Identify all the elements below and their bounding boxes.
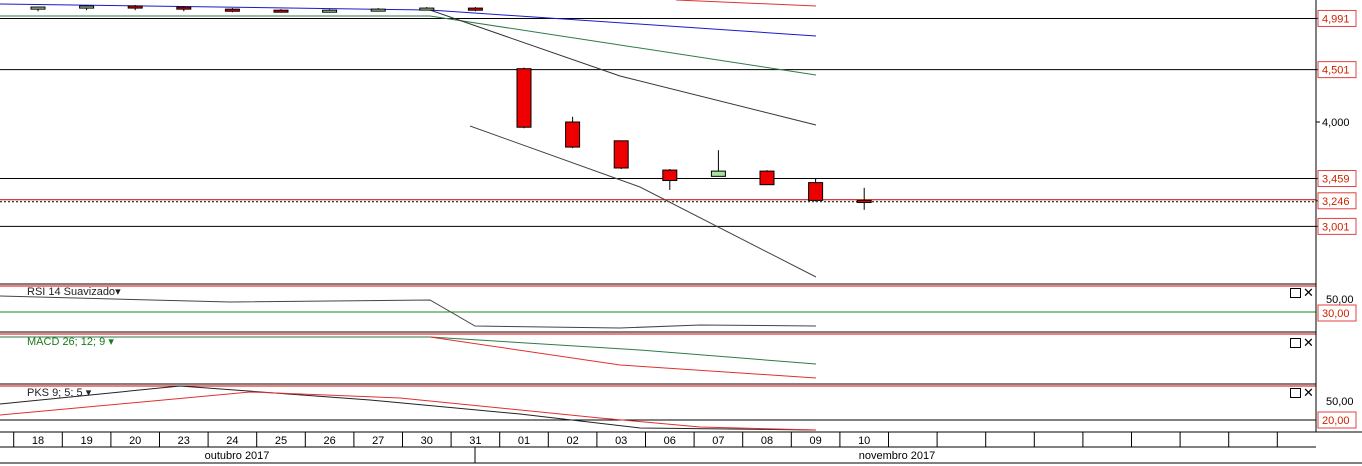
date-tick-label: 10 (858, 435, 870, 447)
close-icon[interactable]: ✕ (1303, 385, 1314, 400)
macd-line (429, 336, 817, 379)
rsi-tick-label: 50,00 (1326, 294, 1354, 306)
candle-body (856, 199, 872, 203)
price-tick-label: 4,991 (1322, 13, 1350, 25)
date-tick-label: 02 (566, 435, 578, 447)
rsi-tick-label: 30,00 (1322, 308, 1350, 320)
pks-k-line (0, 385, 817, 431)
candle-body (370, 8, 386, 12)
close-icon[interactable]: ✕ (1303, 335, 1314, 350)
maximize-icon[interactable] (1290, 287, 1301, 298)
price-tick-label: 3,459 (1322, 174, 1350, 186)
date-tick-label: 30 (421, 435, 433, 447)
date-tick-label: 09 (809, 435, 821, 447)
indicator-panes (0, 283, 1362, 433)
candle-body (176, 6, 192, 10)
date-tick-label: 19 (80, 435, 92, 447)
candle-body (127, 5, 143, 9)
rsi-pane-label[interactable]: RSI 14 Suavizado▾ (27, 285, 121, 298)
candle-body (808, 182, 824, 201)
maximize-icon[interactable] (1290, 387, 1301, 398)
pks-pane-label[interactable]: PKS 9; 5; 5 ▾ (27, 386, 91, 399)
blue-average-line (0, 3, 817, 37)
candle-body (322, 9, 338, 13)
pks-d-line (0, 391, 817, 431)
candle-body (516, 68, 532, 128)
candle-body (467, 7, 483, 11)
candlestick-chart: 18 19 20 23 24 25 26 27 30 31 01 02 03 06 07 08 09 10 outu… (0, 0, 1362, 464)
date-tick-label: 24 (226, 435, 238, 447)
date-tick-label: 26 (323, 435, 335, 447)
close-icon[interactable]: ✕ (1303, 285, 1314, 300)
date-tick-label: 01 (518, 435, 530, 447)
price-axis: 4,991 4,501 4,000 3,459 3,246 3,001 50,00 30,00… (1315, 0, 1357, 432)
pks-tick-label: 20,00 (1322, 415, 1350, 427)
green-average-line (0, 15, 817, 76)
price-tick-label: 4,501 (1322, 65, 1350, 77)
pks-tick-label: 50,00 (1326, 396, 1354, 408)
candle-body (419, 7, 435, 11)
price-tick-label: 4,000 (1322, 117, 1350, 129)
macd-pane-controls: ✕ (1290, 336, 1314, 349)
red-average-line (675, 0, 817, 7)
candle-body (224, 8, 240, 12)
month-label-october: outubro 2017 (205, 450, 270, 462)
candle-body (662, 169, 678, 182)
candle-body (30, 6, 46, 10)
pks-pane-controls: ✕ (1290, 386, 1314, 399)
candle-body (759, 170, 775, 186)
date-tick-label: 07 (712, 435, 724, 447)
date-tick-label: 20 (129, 435, 141, 447)
date-axis: 18 19 20 23 24 25 26 27 30 31 01 02 03 06 07 08 09 10 outu… (0, 432, 1362, 464)
price-pane (0, 0, 1316, 278)
date-tick-label: 23 (178, 435, 190, 447)
black-average-line (429, 9, 817, 126)
macd-signal-line (0, 336, 817, 365)
date-tick-label: 31 (469, 435, 481, 447)
price-tick-label: 3,246 (1322, 196, 1350, 208)
candle-body (565, 121, 581, 148)
date-tick-label: 03 (615, 435, 627, 447)
candle-body (79, 5, 95, 9)
rsi-pane-controls: ✕ (1290, 286, 1314, 299)
candle-body (273, 9, 289, 13)
date-tick-label: 18 (32, 435, 44, 447)
date-tick-label: 08 (761, 435, 773, 447)
date-tick-label: 25 (275, 435, 287, 447)
maximize-icon[interactable] (1290, 337, 1301, 348)
date-tick-label: 27 (372, 435, 384, 447)
date-tick-label: 06 (664, 435, 676, 447)
price-tick-label: 3,001 (1322, 221, 1350, 233)
month-label-november: novembro 2017 (859, 450, 935, 462)
candle-body (613, 140, 629, 169)
candle-body (710, 170, 726, 177)
macd-pane-label[interactable]: MACD 26; 12; 9 ▾ (27, 335, 114, 348)
